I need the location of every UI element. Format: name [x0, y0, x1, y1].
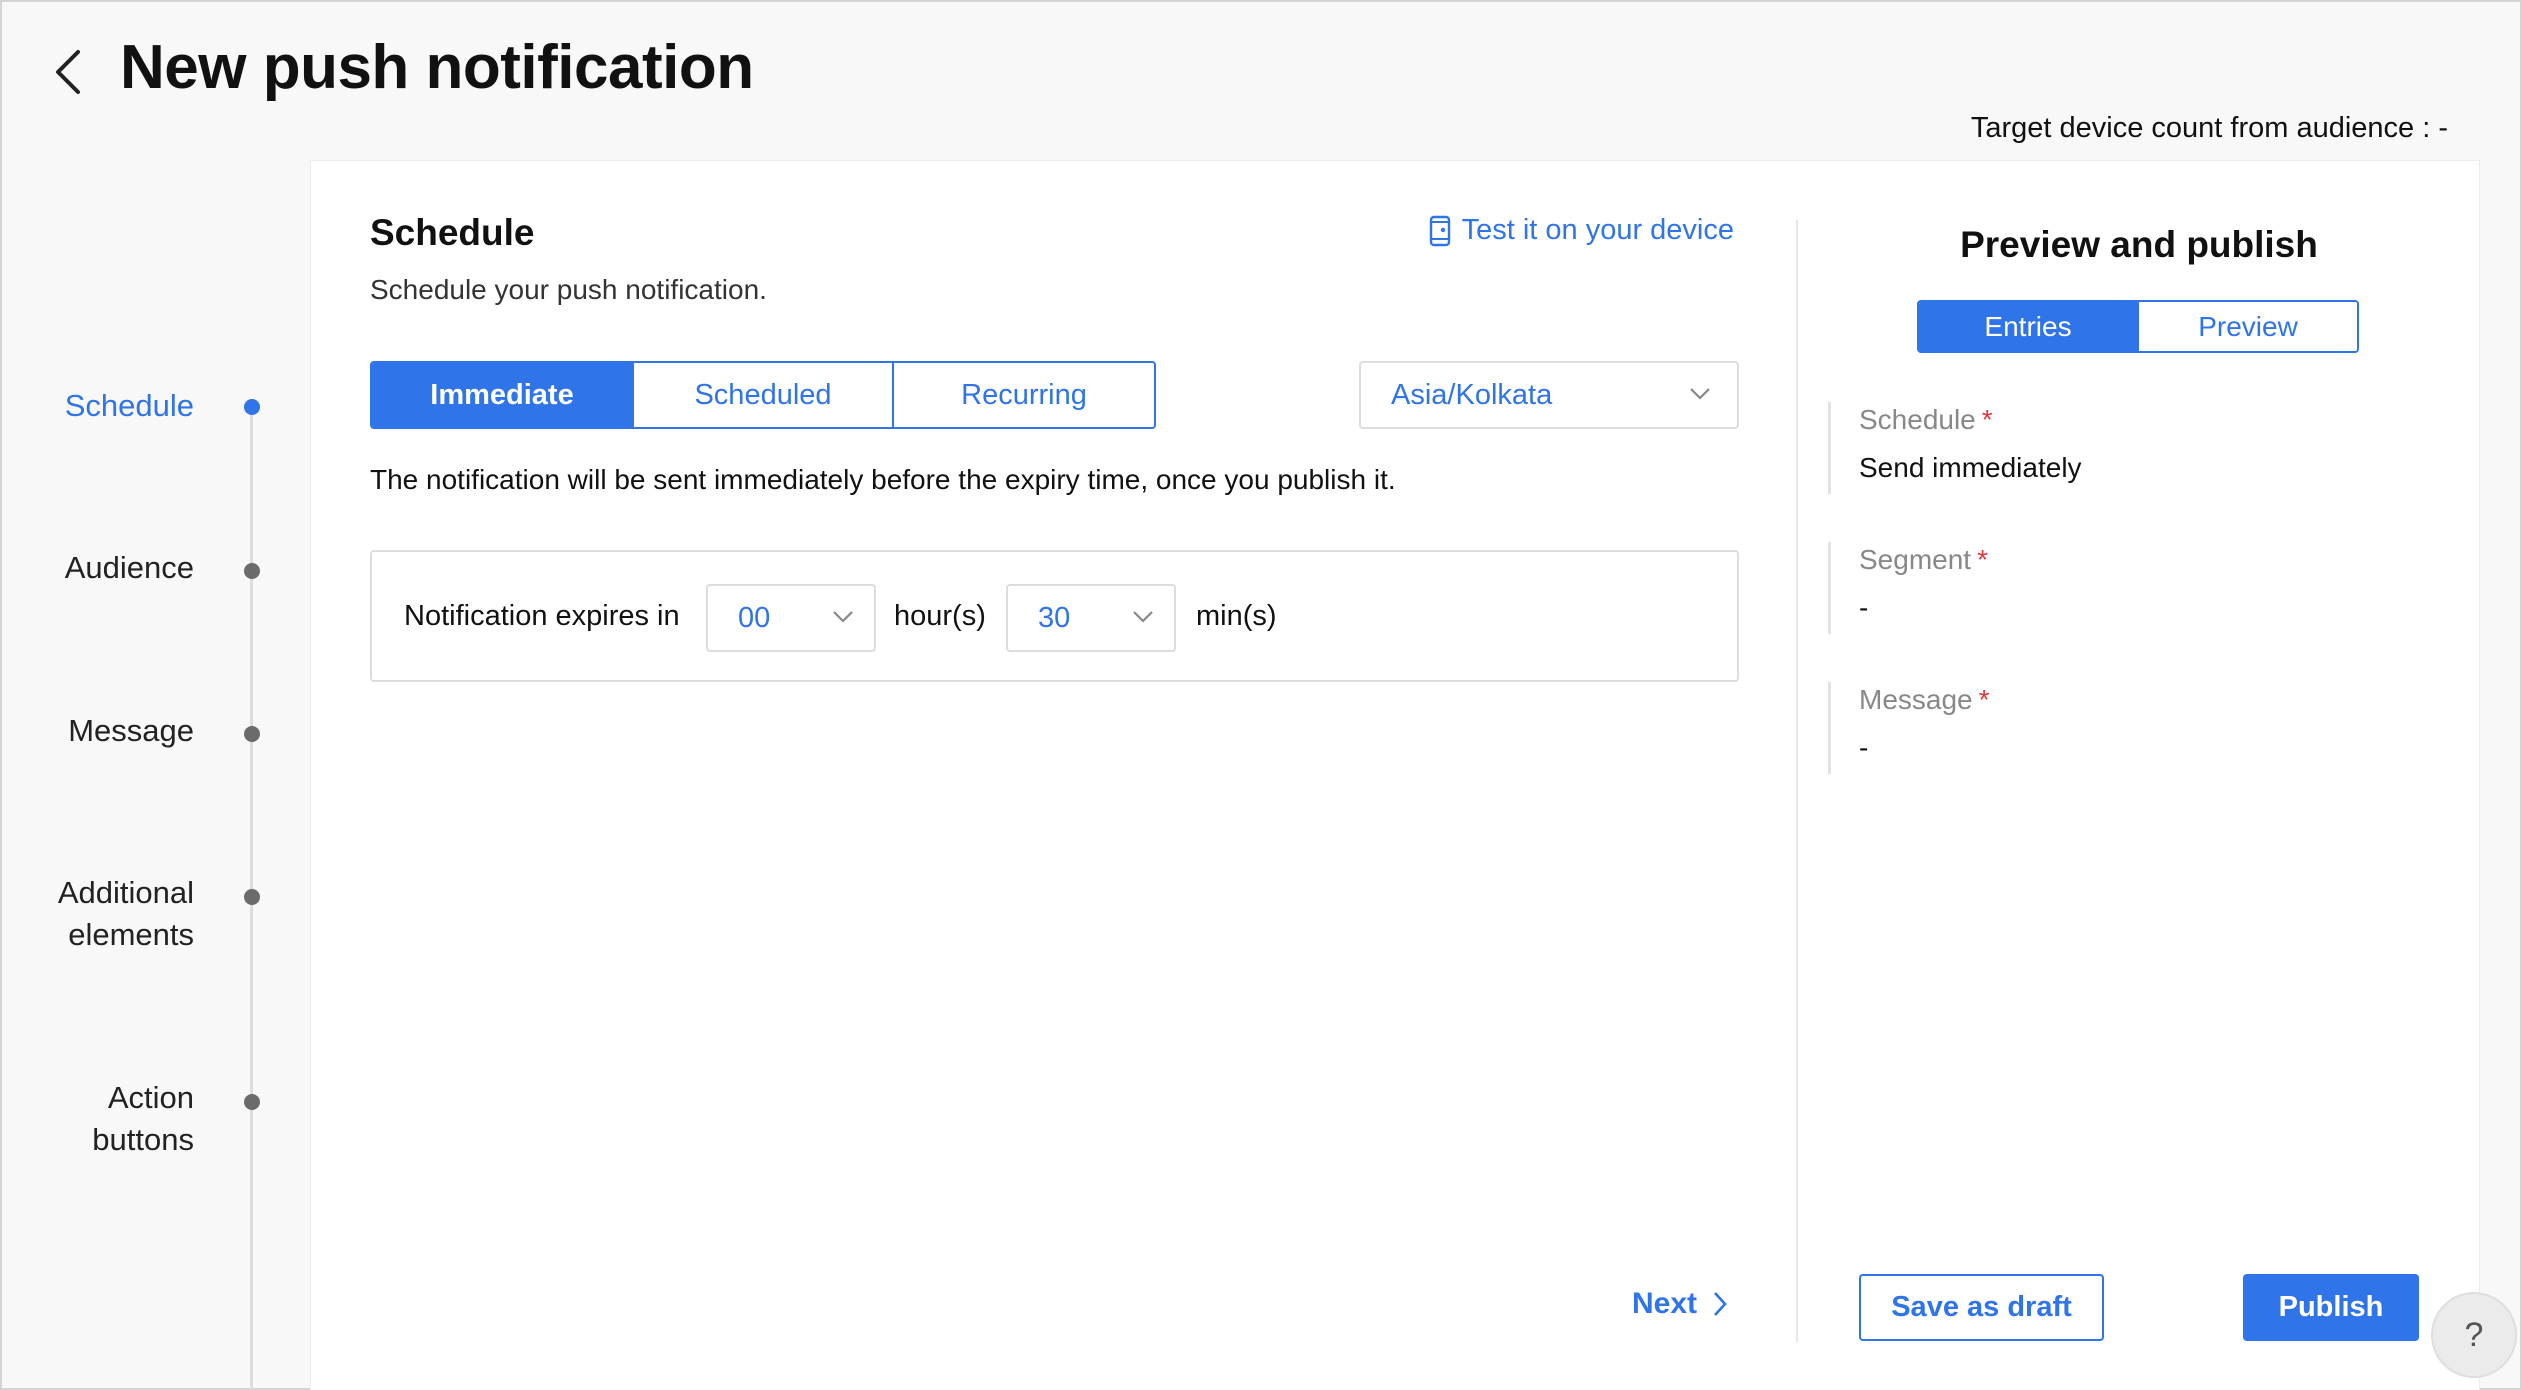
expiry-mins-unit: min(s): [1196, 600, 1277, 632]
step-action-buttons[interactable]: Action buttons: [54, 1077, 194, 1161]
chevron-left-icon: [56, 50, 80, 94]
step-message[interactable]: Message: [68, 710, 194, 752]
chevron-down-icon: [1133, 611, 1153, 623]
next-button[interactable]: Next: [1632, 1287, 1727, 1321]
entry-schedule-value: Send immediately: [1859, 452, 2082, 483]
timezone-value: Asia/Kolkata: [1391, 378, 1553, 411]
entry-schedule: Schedule * Send immediately: [1828, 402, 2328, 494]
tab-preview[interactable]: Preview: [2137, 302, 2357, 351]
tab-scheduled[interactable]: Scheduled: [632, 363, 892, 427]
schedule-subtitle: Schedule your push notification.: [370, 274, 767, 305]
entry-segment-label: Segment: [1859, 544, 1972, 575]
step-additional-elements[interactable]: Additional elements: [0, 872, 194, 956]
required-mark: *: [1977, 544, 1988, 575]
target-device-count: Target device count from audience : -: [1970, 112, 2448, 144]
tab-immediate[interactable]: Immediate: [372, 363, 632, 427]
step-dot-message: [244, 726, 260, 742]
expiry-mins-value: 30: [1038, 601, 1071, 634]
panel-divider: [1796, 220, 1798, 1342]
entry-message-value: -: [1859, 732, 1869, 763]
expiry-box: Notification expires in 00 hour(s) 30 mi…: [370, 550, 1739, 682]
step-dot-action-buttons: [244, 1094, 260, 1110]
expiry-hours-unit: hour(s): [894, 600, 986, 632]
entry-message-label: Message: [1859, 684, 1973, 715]
tab-recurring[interactable]: Recurring: [892, 363, 1154, 427]
expiry-mins-select[interactable]: 30: [1006, 584, 1176, 652]
entry-segment: Segment * -: [1828, 542, 2328, 634]
expiry-label: Notification expires in: [404, 600, 680, 632]
entry-segment-value: -: [1859, 592, 1869, 623]
chevron-right-icon: [1714, 1292, 1727, 1316]
save-as-draft-button[interactable]: Save as draft: [1859, 1274, 2104, 1341]
step-dot-additional-elements: [244, 889, 260, 905]
entry-message: Message * -: [1828, 682, 2328, 774]
expiry-hours-select[interactable]: 00: [706, 584, 876, 652]
timezone-select[interactable]: Asia/Kolkata: [1359, 361, 1739, 429]
page-title: New push notification: [120, 33, 754, 102]
preview-tabs: Entries Preview: [1917, 300, 2359, 353]
next-label: Next: [1632, 1287, 1698, 1320]
test-on-device-link[interactable]: Test it on your device: [1428, 214, 1734, 247]
step-dot-audience: [244, 563, 260, 579]
step-dot-schedule: [244, 399, 260, 415]
tab-entries[interactable]: Entries: [1919, 302, 2137, 351]
expiry-hours-value: 00: [738, 601, 771, 634]
mobile-device-icon: [1429, 215, 1450, 246]
chevron-down-icon: [1690, 388, 1710, 400]
test-on-device-label: Test it on your device: [1461, 214, 1734, 246]
preview-publish-title: Preview and publish: [1960, 224, 2318, 265]
back-button[interactable]: [48, 42, 88, 102]
chevron-down-icon: [833, 611, 853, 623]
immediate-info-text: The notification will be sent immediatel…: [370, 464, 1396, 495]
schedule-type-tabs: Immediate Scheduled Recurring: [370, 361, 1156, 429]
app-frame: New push notification Target device coun…: [0, 0, 2522, 1390]
publish-button[interactable]: Publish: [2243, 1274, 2419, 1341]
help-button[interactable]: ?: [2431, 1292, 2517, 1378]
schedule-title: Schedule: [370, 212, 535, 253]
required-mark: *: [1981, 404, 1993, 435]
required-mark: *: [1978, 684, 1990, 715]
entry-schedule-label: Schedule: [1859, 404, 1976, 435]
step-schedule[interactable]: Schedule: [65, 385, 194, 427]
step-audience[interactable]: Audience: [65, 547, 194, 589]
